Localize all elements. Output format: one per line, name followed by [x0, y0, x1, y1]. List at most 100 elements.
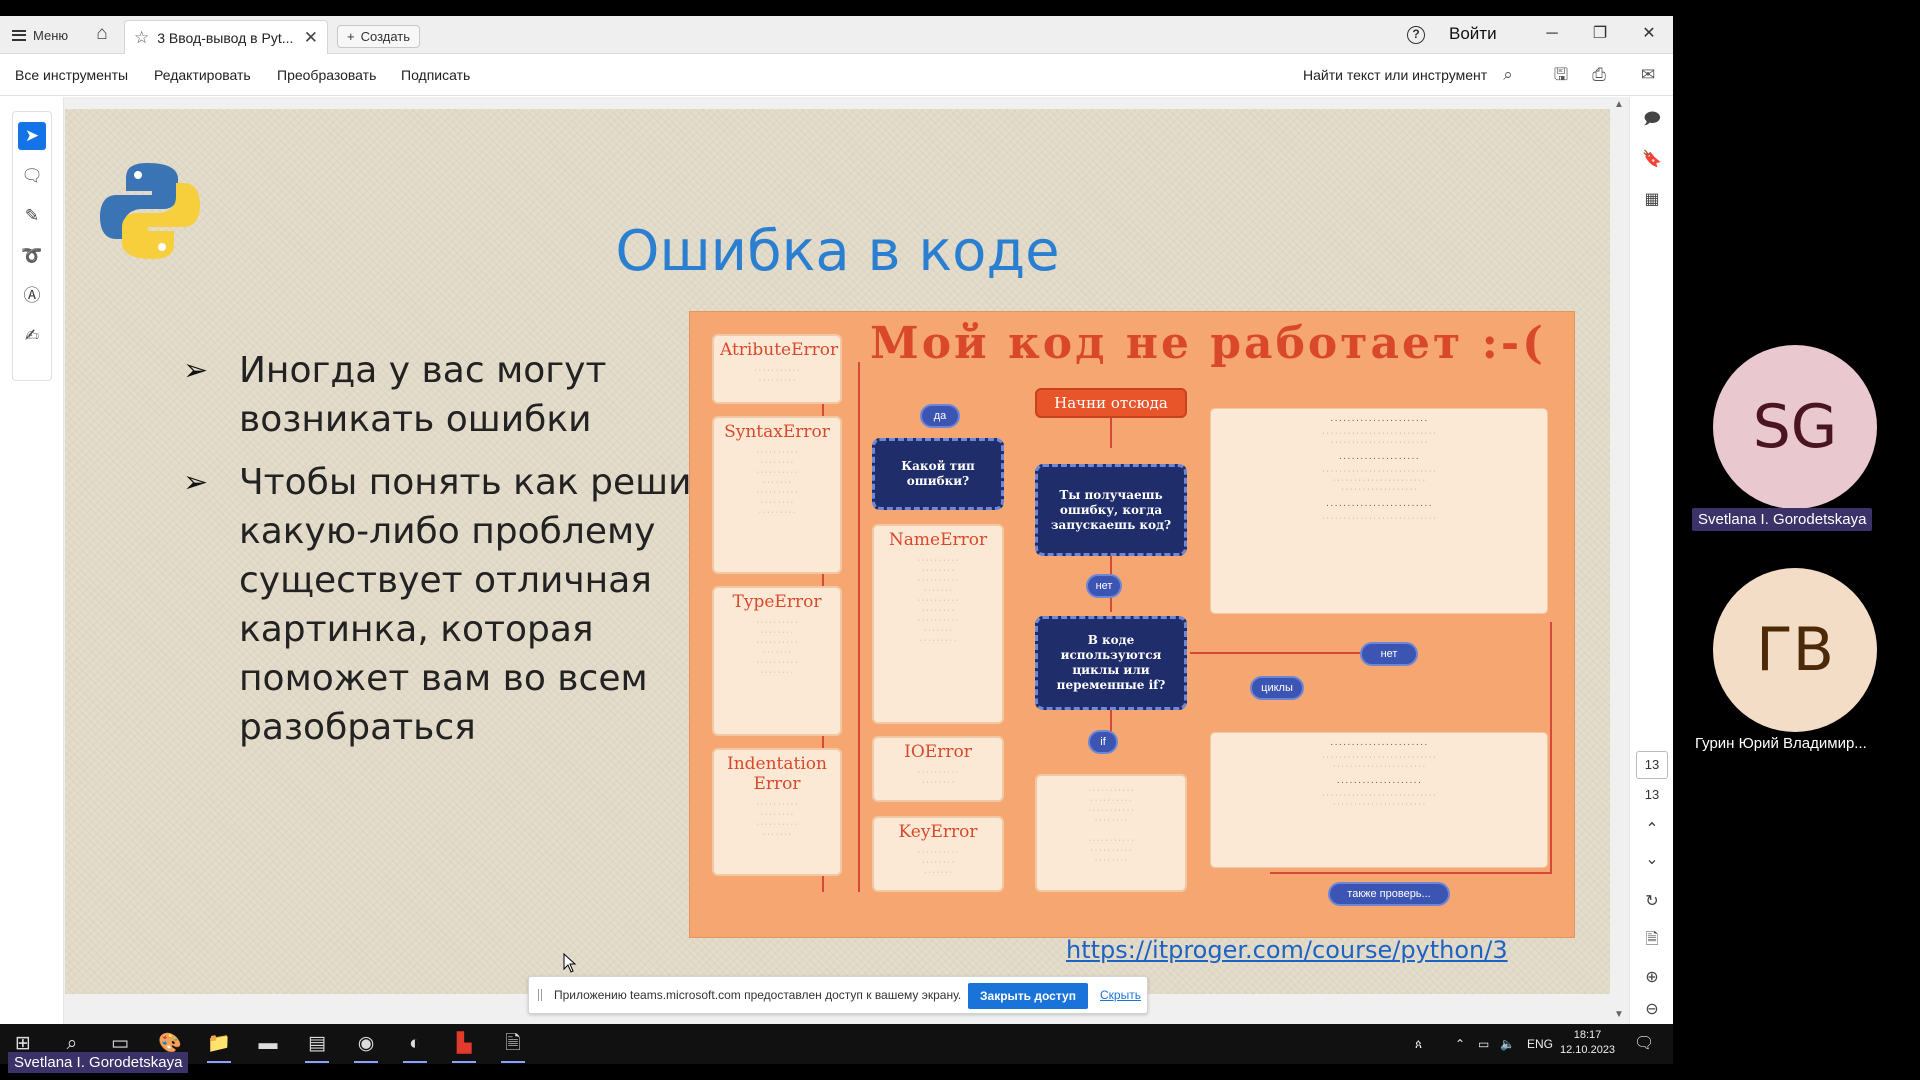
page-fit-icon[interactable]: 🗎 [1641, 929, 1663, 951]
stop-sharing-button[interactable]: Закрыть доступ [968, 983, 1088, 1009]
question-error-on-run: Ты получаешь ошибку, когда запускаешь ко… [1035, 464, 1187, 556]
refresh-icon[interactable]: ↻ [1641, 891, 1663, 913]
clock[interactable]: 18:17 12.10.2023 [1560, 1028, 1615, 1058]
highlight-tool-icon[interactable]: ✎ [18, 202, 46, 230]
convert-link[interactable]: Преобразовать [277, 67, 376, 83]
flowchart-title: Мой код не работает :-( [870, 318, 1546, 369]
top-black-strip [0, 0, 1920, 16]
scroll-down-icon[interactable]: ▼ [1613, 1009, 1625, 1020]
error-card-title: TypeError [732, 592, 822, 612]
document-tab[interactable]: ☆ 3 Ввод-вывод в Pyt... ✕ [124, 20, 328, 54]
text-select-tool-icon[interactable]: Ⓐ [18, 282, 46, 310]
language-indicator[interactable]: ENG [1527, 1024, 1553, 1064]
zoom-out-icon[interactable]: ⊖ [1641, 999, 1663, 1021]
search-icon[interactable]: ⌕ [1497, 64, 1519, 86]
if-conditions-card: · · · · · · · · · · · · · · · · · · · · ·… [1035, 774, 1187, 892]
error-card-text: · · · · · · · · · · · · · · · · · · · · · … [756, 619, 798, 676]
drag-handle[interactable] [538, 989, 542, 1001]
document-app-icon[interactable]: 🗎 [498, 1030, 528, 1063]
error-card-title: NameError [888, 530, 988, 550]
vertical-scrollbar[interactable]: ▲ ▼ [1610, 97, 1628, 1024]
close-tab-icon[interactable]: ✕ [304, 28, 318, 48]
menu-button[interactable]: Меню [12, 24, 68, 46]
bullet-arrow-icon: ➢ [183, 465, 209, 500]
fill-sign-tool-icon[interactable]: ✍ [18, 322, 46, 350]
page-down-icon[interactable]: ⌄ [1641, 849, 1663, 871]
all-tools-link[interactable]: Все инструменты [15, 67, 128, 83]
minimize-icon[interactable]: ─ [1540, 22, 1564, 46]
start-here-label: Начни отсюда [1035, 388, 1187, 418]
note-text: · · · · · · · · · · · · · · · · · · · · … [1322, 754, 1436, 770]
error-card-text: · · · · · · · · · · · · · · · · · · · · · … [756, 449, 798, 516]
close-window-icon[interactable]: ✕ [1637, 22, 1661, 46]
hamburger-icon [12, 29, 26, 41]
notes-box-bottom: · · · · · · · · · · · · · · · · · · · · … [1210, 732, 1548, 868]
home-icon[interactable]: ⌂ [90, 23, 114, 47]
error-card-title: AtributeError [720, 340, 839, 360]
note-heading: · · · · · · · · · · · · · · · · · · · · … [1330, 418, 1428, 425]
error-card-name: NameError · · · · · · · · · · · · · · · ·… [872, 524, 1004, 724]
restore-icon[interactable]: ❐ [1588, 22, 1612, 46]
flow-line [858, 362, 860, 892]
error-card-io: IOError · · · · · · · · · · · · · · · · ·… [872, 736, 1004, 802]
bullet-text: Чтобы понять как решить какую-либо пробл… [239, 462, 734, 748]
bookmark-icon[interactable]: 🔖 [1641, 149, 1663, 171]
page-up-icon[interactable]: ⌃ [1641, 819, 1663, 841]
plus-icon: + [347, 29, 355, 44]
app-icon[interactable]: ◐ [400, 1030, 430, 1063]
menu-label: Меню [33, 27, 69, 43]
people-icon[interactable]: ጰ [1415, 1024, 1422, 1064]
error-card-text: · · · · · · · · · · · · · · · · · · [917, 769, 959, 786]
signin-button[interactable]: Войти [1449, 24, 1497, 44]
sign-link[interactable]: Подписать [401, 67, 470, 83]
hide-link[interactable]: Скрыть [1100, 988, 1141, 1002]
screen-share-bar: Приложению teams.microsoft.com предостав… [528, 976, 1148, 1014]
page-number-input[interactable]: 13 [1636, 751, 1668, 779]
course-link[interactable]: https://itproger.com/course/python/3 [1066, 936, 1508, 964]
bottom-black-strip [0, 1064, 1920, 1080]
bullet-arrow-icon: ➢ [183, 353, 209, 388]
help-icon[interactable]: ? [1407, 26, 1425, 44]
zoom-in-icon[interactable]: ⊕ [1641, 967, 1663, 989]
note-text: · · · · · · · · · · · · · · · · · · · · … [1322, 792, 1436, 808]
print-icon[interactable]: ⎙ [1588, 64, 1610, 86]
terminal-icon[interactable]: ▬ [253, 1030, 283, 1058]
note-text: · · · · · · · · · · · · · · · · · · · · … [1322, 430, 1436, 446]
comments-panel-icon[interactable]: 🗩 [1641, 109, 1663, 131]
file-explorer-icon[interactable]: 📁 [204, 1030, 234, 1063]
bullet-item: ➢ Чтобы понять как решить какую-либо про… [183, 458, 743, 752]
question-error-type: Какой тип ошибки? [872, 438, 1004, 510]
save-icon[interactable]: 🖫 [1550, 64, 1572, 86]
page-total: 13 [1644, 787, 1660, 802]
find-tool-input[interactable]: Найти текст или инструмент [1303, 67, 1487, 83]
acrobat-icon[interactable]: ▙ [449, 1030, 479, 1063]
card-text: · · · · · · · · · · · · · · · · · · · · ·… [1088, 787, 1134, 864]
mouse-cursor-icon [563, 953, 577, 973]
clock-time: 18:17 [1573, 1029, 1602, 1041]
chrome-icon[interactable]: ◉ [351, 1030, 381, 1063]
edit-link[interactable]: Редактировать [154, 67, 251, 83]
email-icon[interactable]: ✉ [1637, 64, 1659, 86]
pill-if: if [1088, 730, 1118, 754]
app-icon[interactable]: ▤ [302, 1030, 332, 1063]
select-tool-icon[interactable]: ➤ [18, 122, 46, 150]
tray-expand-icon[interactable]: ⌃ [1455, 1024, 1465, 1064]
share-message: Приложению teams.microsoft.com предостав… [554, 988, 962, 1002]
network-icon[interactable]: ▭ [1478, 1024, 1489, 1064]
flow-line [1550, 622, 1552, 872]
bullet-item: ➢ Иногда у вас могут возникать ошибки [183, 346, 743, 444]
error-card-key: KeyError · · · · · · · · · · · · · · · · … [872, 816, 1004, 892]
create-label: Создать [360, 29, 410, 44]
comment-tool-icon[interactable]: 🗨 [18, 162, 46, 190]
volume-icon[interactable]: 🔈 [1500, 1024, 1515, 1064]
error-card-title: IOError [904, 742, 972, 762]
notifications-icon[interactable]: 🗨 [1634, 1024, 1654, 1064]
create-button[interactable]: + Создать [337, 25, 420, 48]
participant-name: Svetlana I. Gorodetskaya [1692, 508, 1873, 531]
draw-tool-icon[interactable]: ➰ [18, 242, 46, 270]
star-icon[interactable]: ☆ [134, 28, 149, 48]
thumbnails-icon[interactable]: ▦ [1641, 189, 1663, 211]
scroll-up-icon[interactable]: ▲ [1613, 99, 1625, 110]
notes-box-top: · · · · · · · · · · · · · · · · · · · · … [1210, 408, 1548, 614]
windows-taskbar: ⊞ ⌕ ▭ 🎨 📁 ▬ ▤ ◉ ◐ ▙ 🗎 ጰ ⌃ ▭ 🔈 ENG 18:17 … [0, 1024, 1673, 1064]
